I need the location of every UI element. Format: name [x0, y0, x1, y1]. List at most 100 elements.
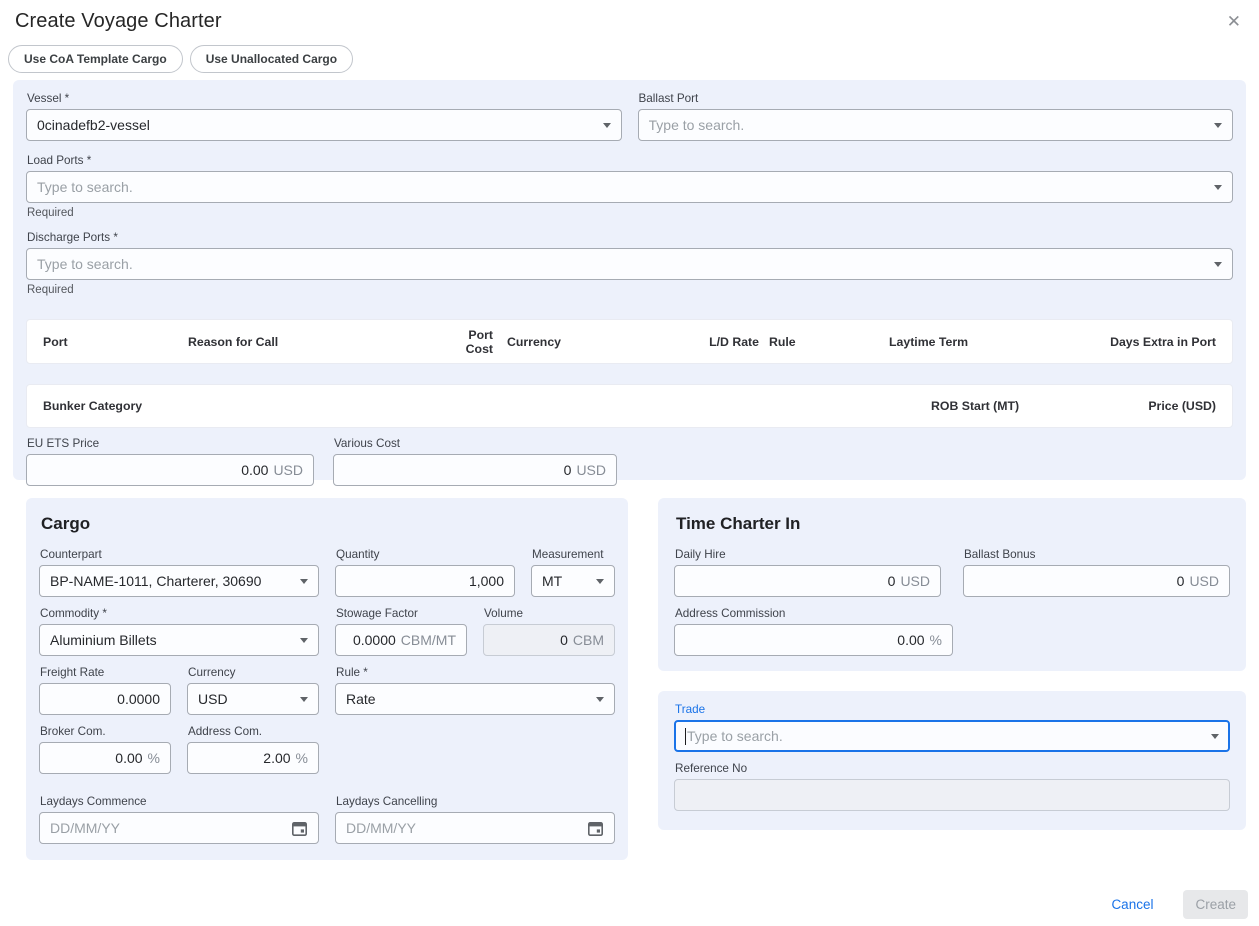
broker-com-value: 0.00 — [115, 750, 142, 766]
column-header-port: Port — [43, 335, 188, 349]
laydays-commence-input[interactable]: DD/MM/YY — [39, 812, 319, 844]
text-cursor — [685, 728, 686, 745]
create-button[interactable]: Create — [1183, 890, 1248, 919]
stowage-factor-input[interactable]: 0.0000 CBM/MT — [335, 624, 467, 656]
volume-value: 0 — [560, 632, 568, 648]
ballast-bonus-unit: USD — [1189, 573, 1219, 589]
counterpart-select[interactable]: BP-NAME-1011, Charterer, 30690 — [39, 565, 319, 597]
chevron-down-icon — [596, 579, 604, 584]
address-commission-label: Address Commission — [675, 607, 953, 620]
laydays-cancelling-input[interactable]: DD/MM/YY — [335, 812, 615, 844]
stowage-factor-label: Stowage Factor — [336, 607, 467, 620]
counterpart-label: Counterpart — [40, 548, 319, 561]
discharge-ports-required-hint: Required — [27, 284, 1233, 296]
time-charter-in-title: Time Charter In — [676, 514, 1230, 534]
freight-rate-label: Freight Rate — [40, 666, 171, 679]
quantity-value: 1,000 — [469, 573, 504, 589]
currency-select[interactable]: USD — [187, 683, 319, 715]
rule-select[interactable]: Rate — [335, 683, 615, 715]
use-unallocated-cargo-button[interactable]: Use Unallocated Cargo — [190, 45, 353, 73]
column-header-rob-start: ROB Start (MT) — [931, 399, 1136, 413]
commodity-select[interactable]: Aluminium Billets — [39, 624, 319, 656]
trade-panel: Trade Type to search. Reference No — [658, 691, 1246, 830]
ballast-bonus-input[interactable]: 0 USD — [963, 565, 1230, 597]
calendar-icon[interactable] — [587, 820, 604, 837]
template-chips: Use CoA Template Cargo Use Unallocated C… — [8, 45, 1259, 73]
vessel-select[interactable]: 0cinadefb2-vessel — [26, 109, 622, 141]
stowage-factor-unit: CBM/MT — [401, 632, 456, 648]
chevron-down-icon — [1214, 262, 1222, 267]
vessel-label: Vessel * — [27, 92, 622, 105]
calendar-icon[interactable] — [291, 820, 308, 837]
various-cost-input[interactable]: 0 USD — [333, 454, 617, 486]
voyage-details-panel: Vessel * 0cinadefb2-vessel Ballast Port … — [13, 80, 1246, 480]
chevron-down-icon — [1214, 123, 1222, 128]
vessel-value: 0cinadefb2-vessel — [37, 117, 150, 133]
various-cost-unit: USD — [576, 462, 606, 478]
load-ports-placeholder: Type to search. — [37, 179, 133, 195]
load-ports-label: Load Ports * — [27, 154, 1233, 167]
ports-table-header: Port Reason for Call Port Cost Currency … — [26, 319, 1233, 364]
eu-ets-price-label: EU ETS Price — [27, 437, 314, 450]
column-header-currency: Currency — [507, 335, 637, 349]
right-column: Time Charter In Daily Hire 0 USD Ballast… — [658, 498, 1246, 830]
trade-placeholder: Type to search. — [687, 728, 783, 744]
laydays-cancelling-label: Laydays Cancelling — [336, 795, 615, 808]
address-com-unit: % — [296, 750, 308, 766]
laydays-commence-placeholder: DD/MM/YY — [50, 820, 120, 836]
address-commission-input[interactable]: 0.00 % — [674, 624, 953, 656]
reference-no-input[interactable] — [674, 779, 1230, 811]
daily-hire-unit: USD — [900, 573, 930, 589]
measurement-select[interactable]: MT — [531, 565, 615, 597]
close-icon[interactable]: ✕ — [1225, 10, 1243, 34]
use-coa-template-cargo-button[interactable]: Use CoA Template Cargo — [8, 45, 183, 73]
column-header-rule: Rule — [769, 335, 879, 349]
counterpart-value: BP-NAME-1011, Charterer, 30690 — [50, 573, 261, 589]
chevron-down-icon — [1214, 185, 1222, 190]
measurement-label: Measurement — [532, 548, 615, 561]
broker-com-unit: % — [148, 750, 160, 766]
column-header-bunker-category: Bunker Category — [43, 399, 931, 413]
quantity-input[interactable]: 1,000 — [335, 565, 515, 597]
time-charter-in-panel: Time Charter In Daily Hire 0 USD Ballast… — [658, 498, 1246, 671]
dialog-footer: Cancel Create — [11, 890, 1248, 919]
daily-hire-value: 0 — [888, 573, 896, 589]
eu-ets-price-unit: USD — [273, 462, 303, 478]
broker-com-label: Broker Com. — [40, 725, 171, 738]
commodity-value: Aluminium Billets — [50, 632, 157, 648]
address-com-value: 2.00 — [263, 750, 290, 766]
discharge-ports-select[interactable]: Type to search. — [26, 248, 1233, 280]
ballast-bonus-label: Ballast Bonus — [964, 548, 1230, 561]
dialog-header: Create Voyage Charter ✕ — [0, 0, 1259, 34]
load-ports-required-hint: Required — [27, 207, 1233, 219]
column-header-days-extra: Days Extra in Port — [1059, 335, 1216, 349]
ballast-port-placeholder: Type to search. — [649, 117, 745, 133]
stowage-factor-value: 0.0000 — [353, 632, 396, 648]
load-ports-select[interactable]: Type to search. — [26, 171, 1233, 203]
daily-hire-label: Daily Hire — [675, 548, 941, 561]
various-cost-value: 0 — [564, 462, 572, 478]
page-title: Create Voyage Charter — [15, 10, 222, 33]
daily-hire-input[interactable]: 0 USD — [674, 565, 941, 597]
trade-select[interactable]: Type to search. — [674, 720, 1230, 752]
chevron-down-icon — [300, 638, 308, 643]
freight-rate-input[interactable]: 0.0000 — [39, 683, 171, 715]
create-voyage-charter-dialog: Create Voyage Charter ✕ Use CoA Template… — [0, 0, 1259, 926]
eu-ets-price-input[interactable]: 0.00 USD — [26, 454, 314, 486]
address-com-input[interactable]: 2.00 % — [187, 742, 319, 774]
chevron-down-icon — [596, 697, 604, 702]
broker-com-input[interactable]: 0.00 % — [39, 742, 171, 774]
address-com-label: Address Com. — [188, 725, 319, 738]
commodity-label: Commodity * — [40, 607, 319, 620]
chevron-down-icon — [1211, 734, 1219, 739]
cargo-section-title: Cargo — [41, 514, 615, 534]
bunker-table-header: Bunker Category ROB Start (MT) Price (US… — [26, 384, 1233, 428]
bottom-columns: Cargo Counterpart BP-NAME-1011, Chartere… — [13, 498, 1246, 860]
ballast-port-select[interactable]: Type to search. — [638, 109, 1234, 141]
cancel-button[interactable]: Cancel — [1109, 893, 1155, 916]
ballast-port-label: Ballast Port — [639, 92, 1234, 105]
laydays-cancelling-placeholder: DD/MM/YY — [346, 820, 416, 836]
volume-input: 0 CBM — [483, 624, 615, 656]
discharge-ports-label: Discharge Ports * — [27, 231, 1233, 244]
column-header-price-usd: Price (USD) — [1136, 399, 1216, 413]
